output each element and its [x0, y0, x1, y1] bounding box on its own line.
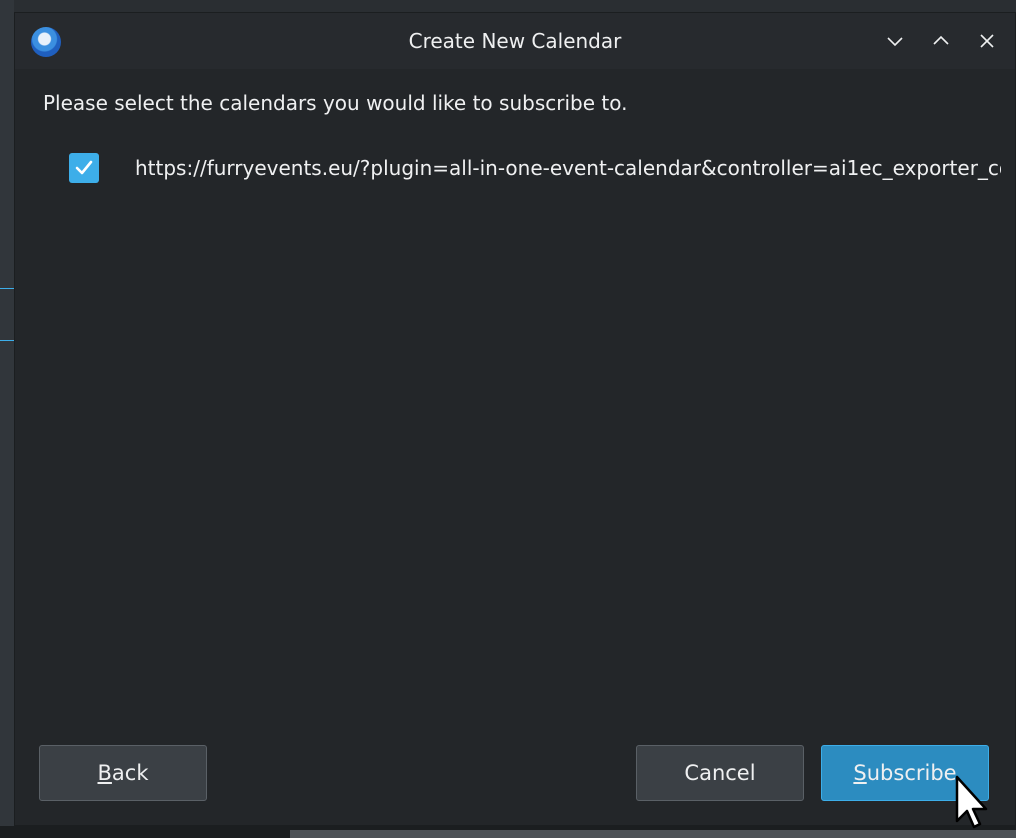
- close-icon: [980, 34, 994, 48]
- instruction-text: Please select the calendars you would li…: [43, 91, 628, 115]
- background-scrollbar: [290, 830, 1016, 838]
- window-title: Create New Calendar: [408, 29, 622, 53]
- background-accent-line: [0, 340, 14, 341]
- back-label-rest: ack: [111, 761, 149, 785]
- background-window-edge: [0, 0, 14, 838]
- create-calendar-dialog: Create New Calendar Please select the ca…: [14, 12, 1016, 826]
- window-controls: [881, 27, 1001, 55]
- chevron-down-icon: [887, 37, 903, 47]
- mouse-cursor-icon: [955, 775, 988, 829]
- close-button[interactable]: [973, 27, 1001, 55]
- back-button-label: Back: [98, 761, 149, 785]
- title-bar[interactable]: Create New Calendar: [15, 13, 1015, 69]
- calendar-url: https://furryevents.eu/?plugin=all-in-on…: [135, 156, 1001, 180]
- cancel-button-label: Cancel: [684, 761, 756, 785]
- calendar-list: https://furryevents.eu/?plugin=all-in-on…: [55, 143, 1001, 203]
- back-button[interactable]: Back: [39, 745, 207, 801]
- thunderbird-icon: [31, 27, 61, 57]
- minimize-button[interactable]: [881, 27, 909, 55]
- subscribe-label-rest: ubscribe: [866, 761, 957, 785]
- back-mnemonic: B: [97, 761, 112, 785]
- list-item[interactable]: https://furryevents.eu/?plugin=all-in-on…: [55, 143, 1001, 193]
- maximize-button[interactable]: [927, 27, 955, 55]
- chevron-up-icon: [933, 35, 949, 45]
- subscribe-button-label: Subscribe: [853, 761, 956, 785]
- subscribe-mnemonic: S: [853, 761, 867, 785]
- cancel-button[interactable]: Cancel: [636, 745, 804, 801]
- calendar-checkbox[interactable]: [69, 153, 99, 183]
- checkmark-icon: [75, 160, 93, 175]
- background-accent-line: [0, 288, 14, 289]
